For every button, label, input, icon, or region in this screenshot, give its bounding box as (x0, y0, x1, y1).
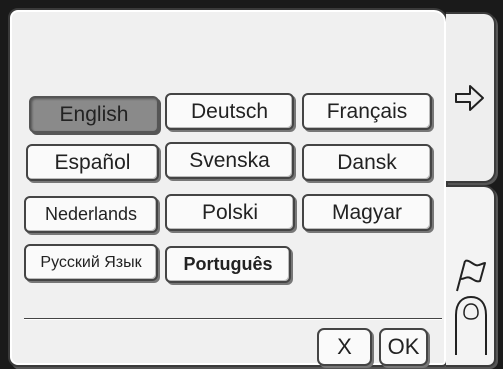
language-button-magyar[interactable]: Magyar (302, 194, 432, 231)
language-button-russian[interactable]: Русский Язык (24, 244, 158, 281)
language-button-espanol[interactable]: Español (26, 144, 159, 181)
language-button-deutsch[interactable]: Deutsch (165, 93, 294, 130)
cancel-button[interactable]: X (317, 328, 372, 366)
next-tab[interactable] (446, 12, 496, 183)
finger-icon (455, 295, 487, 355)
ok-button[interactable]: OK (379, 328, 428, 366)
language-button-polski[interactable]: Polski (165, 194, 295, 231)
language-button-svenska[interactable]: Svenska (165, 142, 294, 179)
arrow-right-icon (455, 85, 484, 111)
language-panel: English Deutsch Français Español Svenska… (8, 8, 448, 367)
language-tab[interactable] (446, 185, 496, 367)
language-button-nederlands[interactable]: Nederlands (24, 196, 158, 233)
divider (24, 318, 442, 319)
language-button-english[interactable]: English (29, 96, 159, 133)
language-button-portugues[interactable]: Português (165, 246, 291, 283)
language-button-francais[interactable]: Français (302, 93, 432, 130)
flag-icon (456, 259, 486, 292)
language-button-dansk[interactable]: Dansk (302, 144, 432, 181)
